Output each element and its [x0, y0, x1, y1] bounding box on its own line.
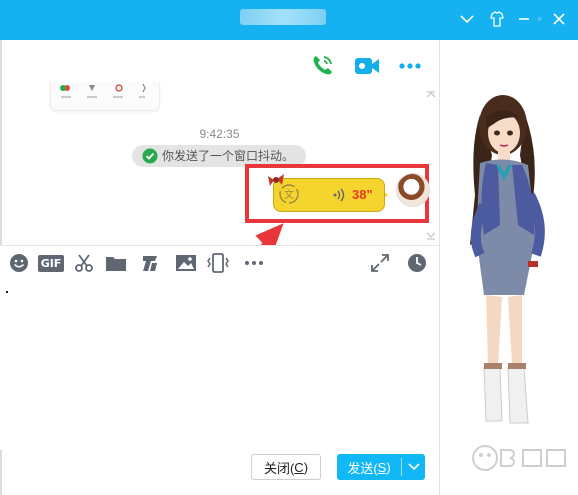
emoji-icon[interactable]	[7, 251, 31, 275]
send-options-chevron-icon[interactable]	[402, 454, 425, 480]
folder-icon[interactable]	[104, 251, 128, 275]
font-icon[interactable]	[138, 251, 162, 275]
expand-icon[interactable]	[368, 251, 392, 275]
text-cursor	[6, 291, 8, 293]
send-label-key: S	[377, 459, 387, 475]
gif-label: GIF	[37, 254, 65, 272]
send-label-end: )	[386, 459, 391, 475]
message-input[interactable]	[0, 280, 439, 450]
close-button-label: 关闭(	[263, 460, 295, 476]
contact-show-panel	[439, 40, 578, 495]
send-button[interactable]: 发送(S)	[337, 454, 425, 480]
toolbar-more-icon[interactable]	[242, 251, 266, 275]
character-illustration	[470, 95, 545, 424]
image-icon[interactable]	[174, 251, 198, 275]
send-button-label[interactable]: 发送(S)	[337, 454, 401, 480]
close-button[interactable]: 关闭(C)	[251, 454, 321, 480]
watermark-logo	[472, 445, 566, 471]
history-clock-icon[interactable]	[405, 251, 429, 275]
scissors-icon[interactable]	[72, 251, 96, 275]
close-button-end: )	[303, 459, 309, 475]
close-button-key: C	[294, 459, 304, 475]
send-label-text: 发送(	[347, 460, 378, 476]
gif-icon[interactable]: GIF	[37, 251, 65, 275]
shake-icon[interactable]	[206, 251, 230, 275]
input-toolbar: GIF	[0, 245, 439, 280]
